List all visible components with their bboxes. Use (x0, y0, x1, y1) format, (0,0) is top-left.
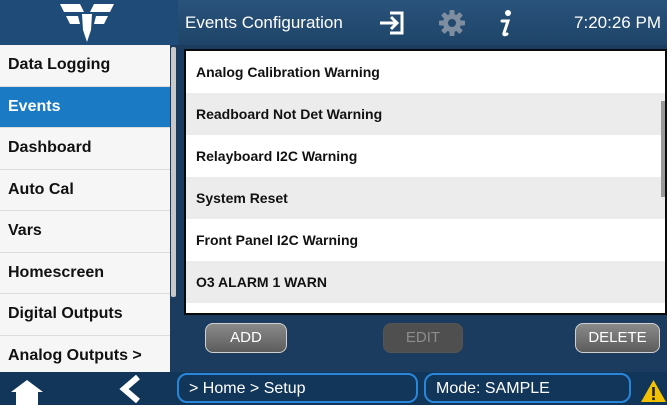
gear-icon[interactable] (436, 7, 468, 39)
sidebar-item-homescreen[interactable]: Homescreen (0, 252, 170, 294)
sidebar-item-auto-cal[interactable]: Auto Cal (0, 169, 170, 211)
sidebar-item-events[interactable]: Events (0, 86, 170, 128)
sidebar-item-digital-outputs[interactable]: Digital Outputs (0, 294, 170, 336)
info-icon[interactable] (490, 7, 522, 39)
list-item[interactable]: Analog Calibration Warning (186, 51, 665, 93)
clock: 7:20:26 PM (574, 13, 661, 32)
edit-button[interactable]: EDIT (383, 323, 463, 353)
sidebar-item-dashboard[interactable]: Dashboard (0, 128, 170, 170)
top-bar: Events Configuration 7:20:26 PM (0, 0, 667, 45)
page-title: Events Configuration (185, 13, 343, 32)
list-scrollbar-thumb[interactable] (661, 101, 665, 197)
sidebar: Data Logging Events Dashboard Auto Cal V… (0, 45, 170, 372)
add-button[interactable]: ADD (205, 323, 287, 353)
sidebar-item-vars[interactable]: Vars (0, 211, 170, 253)
mode-indicator: Mode: SAMPLE (424, 373, 631, 403)
exit-icon[interactable] (376, 7, 408, 39)
home-icon[interactable] (8, 378, 46, 405)
list-item[interactable]: Relayboard I2C Warning (186, 135, 665, 177)
sidebar-item-data-logging[interactable]: Data Logging (0, 45, 170, 87)
back-icon[interactable] (118, 375, 144, 403)
sidebar-scrollbar-thumb[interactable] (171, 47, 176, 297)
list-item[interactable]: System Reset (186, 177, 665, 219)
delete-button[interactable]: DELETE (575, 323, 660, 353)
breadcrumb[interactable]: > Home > Setup (177, 373, 418, 403)
list-item-empty (186, 303, 665, 313)
sidebar-item-analog-outputs[interactable]: Analog Outputs > (0, 335, 170, 372)
events-list: Analog Calibration Warning Readboard Not… (184, 49, 667, 315)
list-item[interactable]: Readboard Not Det Warning (186, 93, 665, 135)
logo-icon (0, 0, 178, 45)
list-item[interactable]: Front Panel I2C Warning (186, 219, 665, 261)
list-item[interactable]: O3 ALARM 1 WARN (186, 261, 665, 303)
warning-icon[interactable] (640, 378, 667, 404)
